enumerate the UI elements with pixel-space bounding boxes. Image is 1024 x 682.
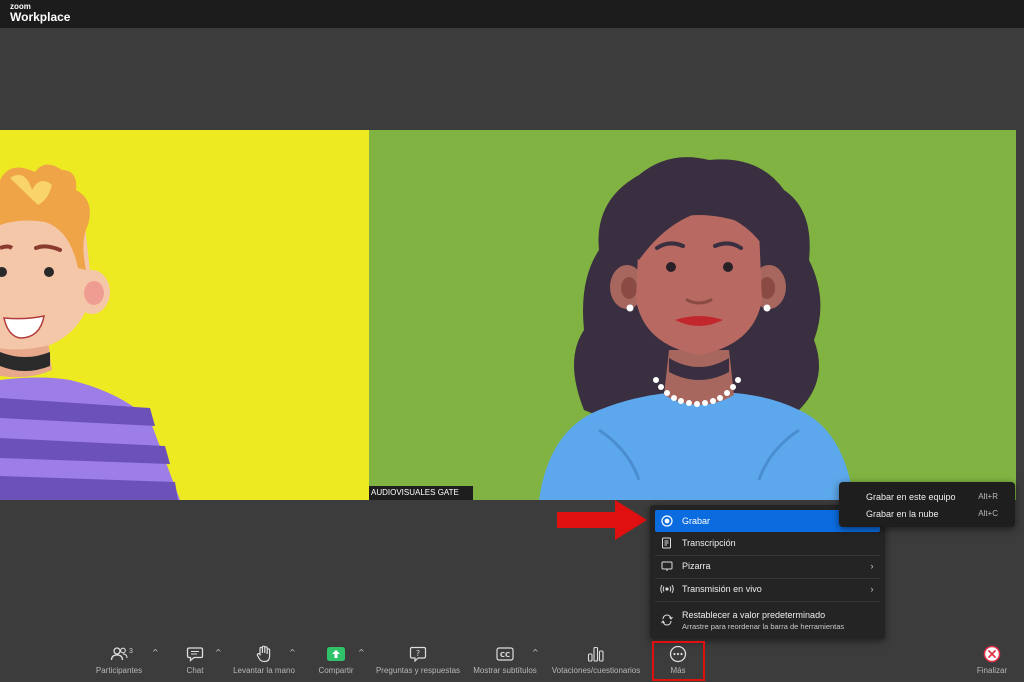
menu-item-reset[interactable]: Restablecer a valor predeterminado Arras…	[655, 605, 880, 635]
menu-item-label: Transcripción	[682, 538, 736, 548]
captions-button[interactable]: CC Mostrar subtítulos	[470, 644, 540, 678]
avatar-woman	[539, 157, 854, 500]
menu-divider	[655, 601, 880, 602]
keyboard-shortcut: Alt+C	[978, 509, 998, 518]
share-label: Compartir	[318, 666, 354, 675]
submenu-item-label: Grabar en la nube	[866, 508, 939, 519]
whiteboard-icon	[655, 560, 679, 572]
more-button-highlight	[652, 641, 705, 681]
chat-icon	[184, 644, 206, 664]
title-bar: zoom Workplace	[0, 0, 1024, 28]
menu-item-label: Pizarra	[682, 561, 711, 571]
chat-label: Chat	[186, 666, 204, 675]
captions-caret-icon[interactable]: ^	[532, 648, 539, 657]
participant-name-tag: AUDIOVISUALES GATE	[369, 486, 473, 500]
polls-icon	[585, 644, 607, 664]
end-label: Finalizar	[976, 666, 1008, 675]
end-meeting-icon	[981, 644, 1003, 664]
live-stream-icon	[655, 583, 679, 595]
menu-item-whiteboard[interactable]: Pizarra ›	[655, 555, 880, 577]
submenu-item-record-local[interactable]: Grabar en este equipo Alt+R	[839, 488, 1015, 505]
annotation-arrow-icon	[557, 500, 647, 540]
participants-button[interactable]: Participantes	[93, 644, 145, 678]
closed-captions-icon: CC	[494, 644, 516, 664]
record-submenu: Grabar en este equipo Alt+R Grabar en la…	[839, 482, 1015, 527]
share-screen-button[interactable]: Compartir	[314, 644, 358, 678]
raise-hand-label: Levantar la mano	[233, 666, 295, 675]
zoom-window: zoom Workplace AUDIOVISUALES GATE Grabar…	[0, 0, 1024, 682]
reset-icon	[655, 614, 679, 626]
transcript-icon	[655, 537, 679, 549]
reset-sublabel: Arrastre para reordenar la barra de herr…	[682, 621, 845, 631]
chat-button[interactable]: Chat	[180, 644, 210, 678]
participants-count: 3	[129, 648, 133, 655]
menu-item-live-stream[interactable]: Transmisión en vivo ›	[655, 578, 880, 600]
polls-button[interactable]: Votaciones/cuestionarios	[548, 644, 644, 678]
share-caret-icon[interactable]: ^	[358, 648, 365, 657]
menu-item-label: Transmisión en vivo	[682, 584, 762, 594]
chat-caret-icon[interactable]: ^	[215, 648, 222, 657]
participants-icon	[108, 644, 130, 664]
polls-label: Votaciones/cuestionarios	[551, 666, 641, 675]
avatar-boy	[0, 164, 180, 500]
submenu-item-record-cloud[interactable]: Grabar en la nube Alt+C	[839, 505, 1015, 522]
submenu-item-label: Grabar en este equipo	[866, 491, 956, 502]
chevron-right-icon: ›	[870, 584, 874, 594]
reset-label: Restablecer a valor predeterminado	[682, 609, 826, 620]
raise-hand-caret-icon[interactable]: ^	[289, 648, 296, 657]
raise-hand-button[interactable]: Levantar la mano	[230, 644, 298, 678]
chevron-right-icon: ›	[870, 561, 874, 571]
captions-label: Mostrar subtítulos	[473, 666, 537, 675]
qa-button[interactable]: ? Preguntas y respuestas	[374, 644, 462, 678]
raise-hand-icon	[253, 644, 275, 664]
video-tile-left[interactable]	[0, 130, 369, 500]
participants-caret-icon[interactable]: ^	[152, 648, 159, 657]
participants-label: Participantes	[95, 666, 143, 675]
svg-text:?: ?	[416, 649, 420, 658]
qa-label: Preguntas y respuestas	[375, 666, 461, 675]
qa-icon: ?	[407, 644, 429, 664]
end-meeting-button[interactable]: Finalizar	[972, 644, 1012, 678]
brand-logo-main: Workplace	[10, 10, 71, 24]
menu-item-transcript[interactable]: Transcripción	[655, 532, 880, 554]
keyboard-shortcut: Alt+R	[978, 492, 998, 501]
svg-text:CC: CC	[500, 651, 510, 659]
share-screen-icon	[325, 644, 347, 664]
video-tile-right[interactable]	[369, 130, 1016, 500]
record-icon	[655, 515, 679, 527]
